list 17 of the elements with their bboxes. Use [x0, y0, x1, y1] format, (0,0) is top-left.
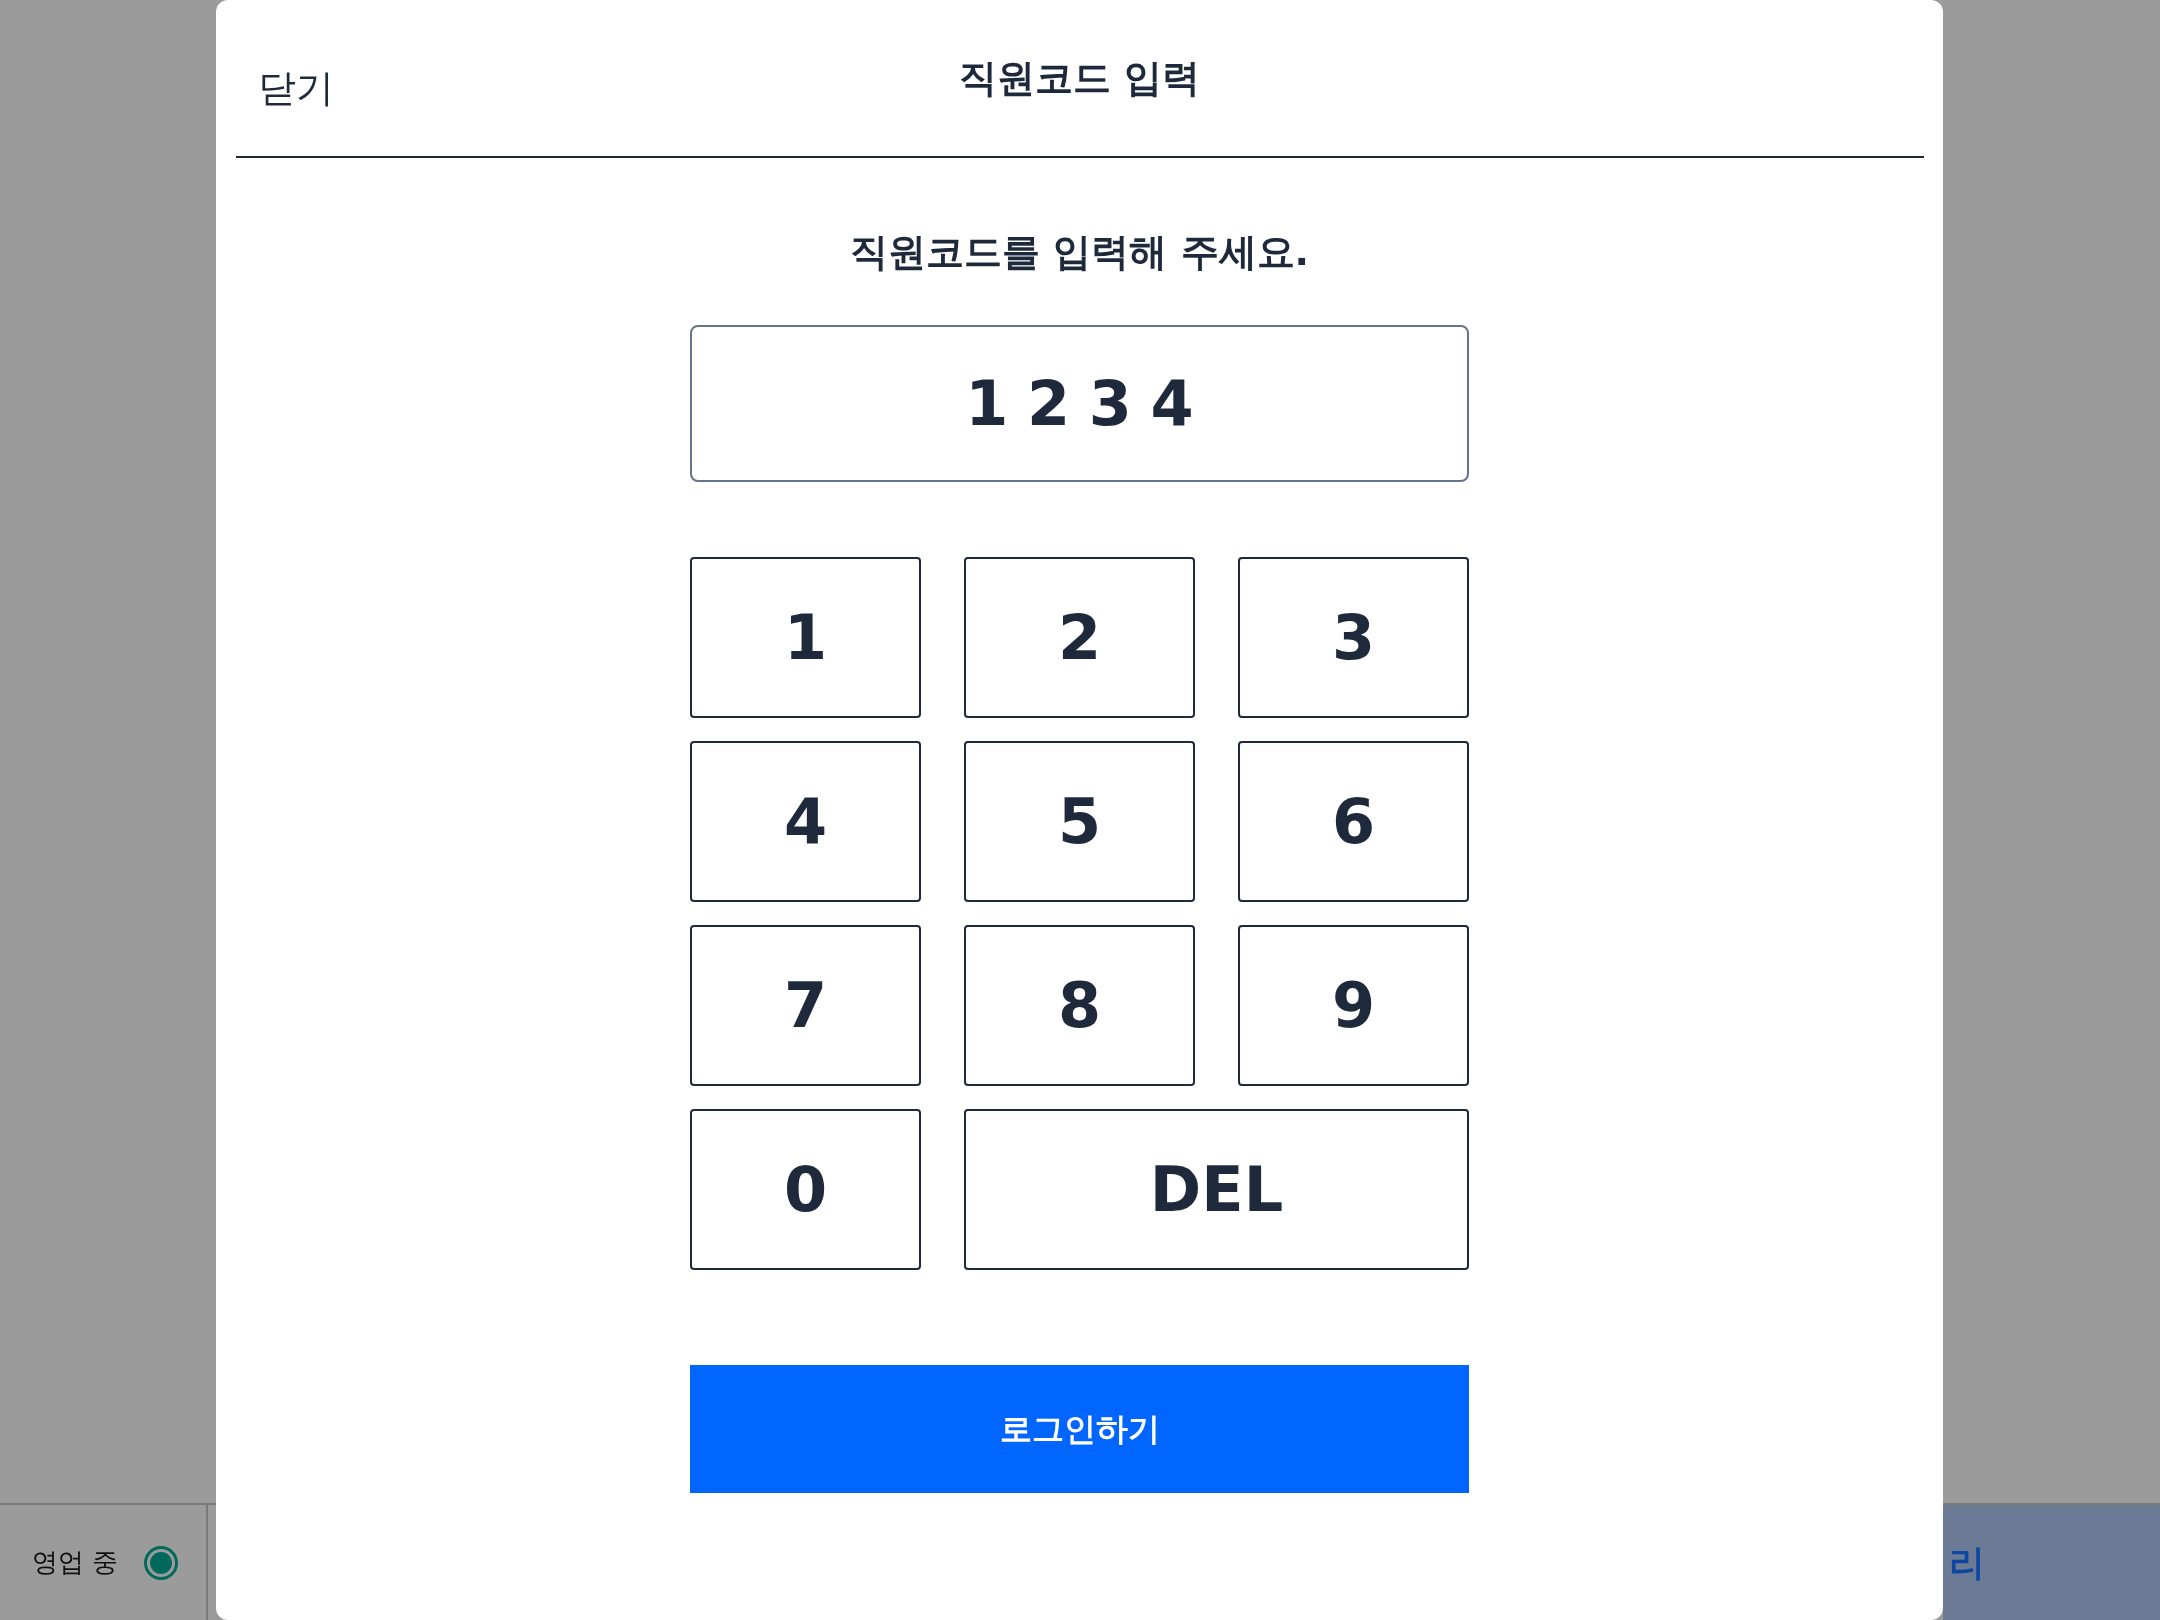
number-key[interactable]: 1	[690, 557, 921, 718]
login-button[interactable]: 로그인하기	[690, 1365, 1469, 1493]
number-key[interactable]: 4	[690, 741, 921, 902]
number-key[interactable]: 5	[964, 741, 1195, 902]
number-key[interactable]: 0	[690, 1109, 921, 1270]
number-key[interactable]: 3	[1238, 557, 1469, 718]
code-input-field[interactable]: 1234	[690, 325, 1469, 482]
number-key[interactable]: 6	[1238, 741, 1469, 902]
close-button[interactable]: 닫기	[257, 60, 334, 117]
dialog-title: 직원코드 입력	[958, 54, 1201, 102]
status-label: 영업 중	[32, 1546, 119, 1579]
number-key[interactable]: 9	[1238, 925, 1469, 1086]
number-key[interactable]: 2	[964, 557, 1195, 718]
delete-key[interactable]: DEL	[964, 1109, 1469, 1270]
prompt-text: 직원코드를 입력해 주세요.	[850, 229, 1309, 276]
number-key[interactable]: 7	[690, 925, 921, 1086]
number-key[interactable]: 8	[964, 925, 1195, 1086]
